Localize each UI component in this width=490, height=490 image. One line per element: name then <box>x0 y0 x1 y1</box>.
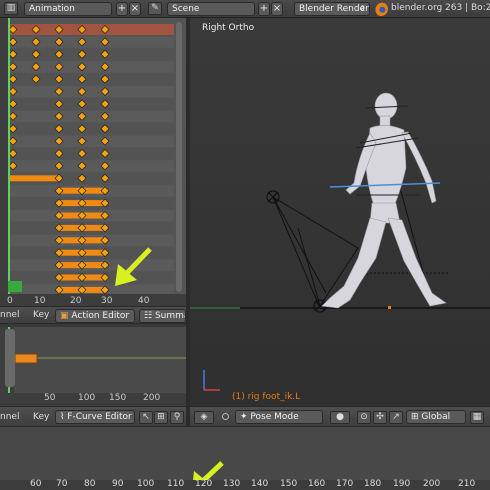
timeline-tick: 120 <box>195 479 213 489</box>
channel-row <box>10 148 174 160</box>
ruler-tick: 20 <box>70 296 82 306</box>
timeline-tick: 210 <box>458 479 476 489</box>
timeline-tick: 170 <box>336 479 354 489</box>
shading-icon[interactable]: ● <box>330 411 350 424</box>
timeline-tick: 90 <box>112 479 124 489</box>
key-menu[interactable]: Key <box>33 310 49 320</box>
screen-layout-selector[interactable]: Animation <box>24 2 112 16</box>
editor-mode-dropdown[interactable]: ▣ Action Editor <box>55 309 135 323</box>
pointer-icon[interactable]: ↖ <box>139 411 153 424</box>
blender-logo-icon <box>374 2 388 16</box>
channel-row <box>10 135 174 147</box>
fcurve-header: nnel Key ⌇ F-Curve Editor ↖ ⊞ ⚲ <box>0 406 186 427</box>
layers-icon[interactable]: ▦ <box>470 411 484 424</box>
info-header: ▥ Animation + × ✎ Scene + × Blender Rend… <box>0 0 490 18</box>
timeline-tick: 140 <box>251 479 269 489</box>
3d-viewport[interactable]: Right Ortho (1) rig foot_ik.L <box>190 18 490 406</box>
ruler-tick: 100 <box>78 393 96 403</box>
timeline-tick: 180 <box>364 479 382 489</box>
summary-icon: ☷ <box>144 311 155 321</box>
pivot-icon[interactable]: ⊙ <box>357 411 371 424</box>
orientation-icon: ⊞ <box>411 412 422 422</box>
ruler-tick: 0 <box>7 296 13 306</box>
channel-row <box>10 98 174 110</box>
origin-marker <box>388 306 391 309</box>
editor-type-icon[interactable]: ◈ <box>194 411 214 424</box>
mode-pivot-icon[interactable] <box>222 413 229 420</box>
ruler-tick: 150 <box>109 393 127 403</box>
pose-icon: ✦ <box>240 412 251 422</box>
render-engine-dropdown[interactable]: Blender Render ⇕ <box>294 2 370 16</box>
timeline-tick: 150 <box>280 479 298 489</box>
selected-object-status: (1) rig foot_ik.L <box>232 392 301 402</box>
layout-grid-icon[interactable]: ▥ <box>4 2 18 15</box>
interaction-mode-dropdown[interactable]: ✦ Pose Mode <box>235 410 323 424</box>
transform-orientation-dropdown[interactable]: ⊞ Global <box>406 410 466 424</box>
version-info: blender.org 263 | Bo:2-3 <box>391 3 490 13</box>
add-screen-button[interactable]: + <box>116 2 128 16</box>
timeline-tick: 200 <box>423 479 441 489</box>
add-scene-button[interactable]: + <box>258 2 270 16</box>
timeline-tick: 190 <box>393 479 411 489</box>
channel-menu[interactable]: nnel <box>0 310 19 320</box>
ruler-tick: 30 <box>101 296 113 306</box>
selected-keyframes-block[interactable] <box>14 353 38 364</box>
fcurve-mode-dropdown[interactable]: ⌇ F-Curve Editor <box>55 410 135 424</box>
channel-row <box>10 123 174 135</box>
timeline-tick: 130 <box>223 479 241 489</box>
key-menu[interactable]: Key <box>33 412 49 422</box>
scene-icon[interactable]: ✎ <box>148 2 162 15</box>
summary-toggle[interactable]: ☷ Summar <box>139 309 186 323</box>
ruler-tick: 10 <box>34 296 46 306</box>
fcurve-graph[interactable] <box>0 327 186 393</box>
fcurve-mode-label: F-Curve Editor <box>67 412 132 422</box>
vertical-scrollbar[interactable] <box>5 329 15 387</box>
timeline-tick: 70 <box>56 479 68 489</box>
interaction-mode-label: Pose Mode <box>250 412 299 422</box>
remove-scene-button[interactable]: × <box>271 2 283 16</box>
timeline-tick: 80 <box>84 479 96 489</box>
timeline-tick: 110 <box>167 479 185 489</box>
dopesheet-header: nnel Key ▣ Action Editor ☷ Summar <box>0 306 186 324</box>
vertical-scrollbar[interactable] <box>176 22 182 292</box>
axis-gizmo-icon <box>203 370 220 391</box>
editor-mode-label: Action Editor <box>71 311 130 321</box>
timeline-tick: 100 <box>137 479 155 489</box>
timeline-ruler[interactable]: 60 70 80 90 100 110 120 130 140 150 160 … <box>0 479 490 490</box>
orientation-label: Global <box>421 412 451 422</box>
manipulator-icon[interactable]: ✣ <box>373 411 387 424</box>
viewport-header: ◈ ✦ Pose Mode ● ⊙ ✣ ↗ ⊞ Global ▦ <box>190 406 490 427</box>
chevron-down-icon: ⇕ <box>359 4 366 13</box>
snap-icon[interactable]: ⊞ <box>154 411 168 424</box>
timeline-tick: 60 <box>30 479 42 489</box>
channel-row <box>10 160 174 172</box>
timeline-tick: 160 <box>308 479 326 489</box>
channel-menu[interactable]: nnel <box>0 412 19 422</box>
dopesheet-editor[interactable]: 0 10 20 30 40 <box>0 18 186 309</box>
dopesheet-keyframes[interactable] <box>0 18 186 309</box>
fcurve-editor[interactable]: 50 100 150 200 <box>0 327 186 406</box>
translate-icon[interactable]: ↗ <box>389 411 403 424</box>
hold-bar[interactable] <box>10 175 59 182</box>
viewport-scene[interactable] <box>190 18 490 406</box>
action-icon: ▣ <box>60 311 72 321</box>
summary-label: Summar <box>154 311 185 321</box>
timeline-editor[interactable]: 60 70 80 90 100 110 120 130 140 150 160 … <box>0 427 490 490</box>
ruler-tick: 50 <box>44 393 56 403</box>
channel-row <box>10 86 174 98</box>
ruler-tick: 200 <box>143 393 161 403</box>
zoom-icon[interactable]: ⚲ <box>170 411 184 424</box>
frame-ruler[interactable]: 50 100 150 200 <box>0 393 186 406</box>
character-mesh[interactable] <box>321 92 447 309</box>
remove-screen-button[interactable]: × <box>129 2 141 16</box>
current-frame-marker[interactable] <box>8 281 22 292</box>
scene-selector[interactable]: Scene <box>167 2 255 16</box>
channel-row <box>10 110 174 123</box>
ruler-tick: 40 <box>138 296 150 306</box>
